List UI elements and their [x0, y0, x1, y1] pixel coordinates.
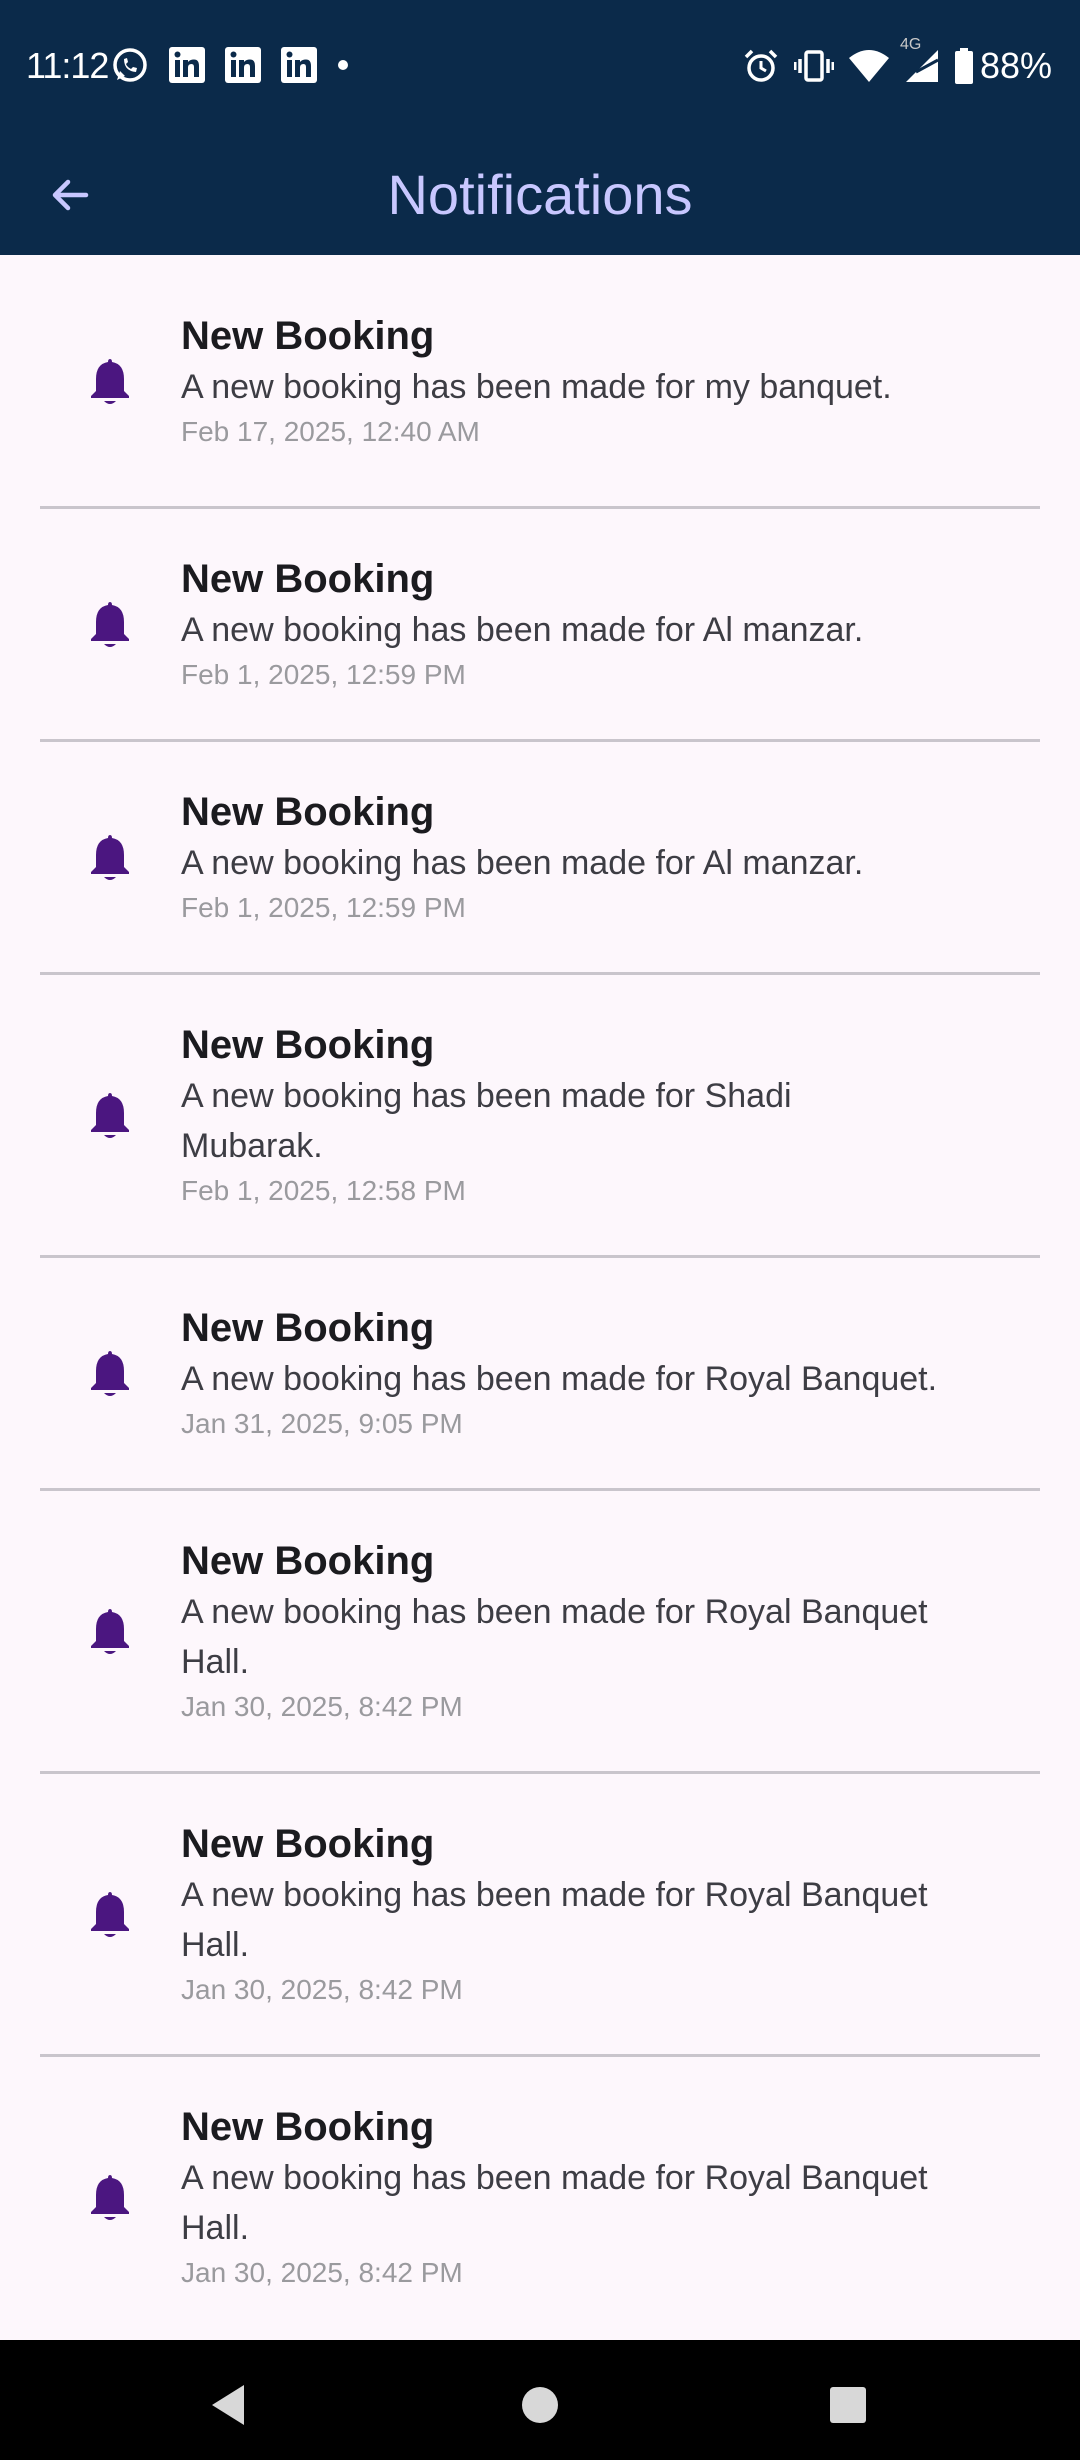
linkedin-icon: [280, 46, 318, 84]
nav-home-button[interactable]: [510, 2380, 570, 2430]
bell-icon: [91, 1351, 129, 1396]
linkedin-icon: [224, 46, 262, 84]
nav-recents-button[interactable]: [818, 2380, 878, 2430]
bell-icon: [91, 1609, 129, 1654]
notification-title: New Booking: [181, 1306, 435, 1350]
notification-icons: [110, 45, 368, 85]
notification-body: A new booking has been made for Al manza…: [181, 611, 864, 649]
back-triangle-icon: [212, 2385, 244, 2425]
battery-percentage: 88%: [979, 45, 1052, 86]
notification-title: New Booking: [181, 1023, 435, 1067]
battery-icon: [954, 47, 974, 85]
notification-title: New Booking: [181, 557, 435, 601]
notification-item[interactable]: New Booking A new booking has been made …: [0, 509, 1080, 739]
notification-date: Jan 31, 2025, 9:05 PM: [181, 1408, 463, 1439]
system-nav-bar: [0, 2340, 1080, 2460]
notification-date: Feb 17, 2025, 12:40 AM: [181, 415, 480, 447]
page-title: Notifications: [387, 163, 693, 226]
notification-item[interactable]: New Booking A new booking has been made …: [0, 2057, 1080, 2337]
notification-date: Jan 30, 2025, 8:42 PM: [181, 1974, 463, 2005]
notification-title: New Booking: [181, 1822, 435, 1866]
notification-item[interactable]: New Booking A new booking has been made …: [0, 975, 1080, 1255]
notification-date: Feb 1, 2025, 12:59 PM: [181, 892, 466, 923]
bell-icon: [91, 2175, 129, 2220]
bell-icon: [91, 602, 129, 647]
wifi-icon: [848, 48, 890, 84]
notification-item[interactable]: New Booking A new booking has been made …: [0, 1774, 1080, 2054]
notification-item[interactable]: New Booking A new booking has been made …: [0, 1258, 1080, 1488]
app-bar: Notifications: [0, 135, 1080, 255]
whatsapp-icon: [110, 45, 150, 85]
notification-body: A new booking has been made for Royal Ba…: [181, 2159, 928, 2247]
notification-body: A new booking has been made for Shadi Mu…: [181, 1077, 792, 1165]
notification-date: Jan 30, 2025, 8:42 PM: [181, 2257, 463, 2288]
home-circle-icon: [522, 2387, 558, 2423]
notification-body: A new booking has been made for Royal Ba…: [181, 1593, 928, 1681]
system-status-icons: 4G 88%: [728, 36, 1052, 88]
notification-body: A new booking has been made for my banqu…: [181, 367, 892, 406]
signal-icon: 4G: [900, 36, 940, 84]
notification-title: New Booking: [181, 790, 435, 834]
notification-body: A new booking has been made for Royal Ba…: [181, 1360, 938, 1398]
notification-title: New Booking: [181, 1539, 435, 1583]
notification-list: New Booking A new booking has been made …: [0, 255, 1080, 2337]
notification-date: Feb 1, 2025, 12:59 PM: [181, 659, 466, 690]
linkedin-icon: [168, 46, 206, 84]
recents-square-icon: [830, 2387, 866, 2423]
bell-icon: [91, 835, 129, 880]
notification-item[interactable]: New Booking A new booking has been made …: [0, 742, 1080, 972]
vibrate-icon: [793, 47, 834, 85]
status-bar: 11:12 4G 88%: [0, 0, 1080, 135]
status-time: 11:12: [26, 45, 109, 86]
notification-body: A new booking has been made for Royal Ba…: [181, 1876, 928, 1964]
dot-icon: [336, 58, 350, 72]
notification-body: A new booking has been made for Al manza…: [181, 844, 864, 882]
network-type-label: 4G: [899, 36, 922, 53]
bell-icon: [91, 1093, 129, 1138]
nav-back-button[interactable]: [198, 2380, 258, 2430]
alarm-icon: [742, 47, 780, 85]
notification-date: Feb 1, 2025, 12:58 PM: [181, 1175, 466, 1206]
notification-title: New Booking: [181, 2105, 435, 2149]
notification-item[interactable]: New Booking A new booking has been made …: [0, 1491, 1080, 1771]
notification-title: New Booking: [181, 313, 435, 358]
notification-date: Jan 30, 2025, 8:42 PM: [181, 1691, 463, 1722]
notification-item[interactable]: New Booking A new booking has been made …: [0, 255, 1080, 506]
bell-icon: [91, 358, 129, 404]
bell-icon: [91, 1892, 129, 1937]
